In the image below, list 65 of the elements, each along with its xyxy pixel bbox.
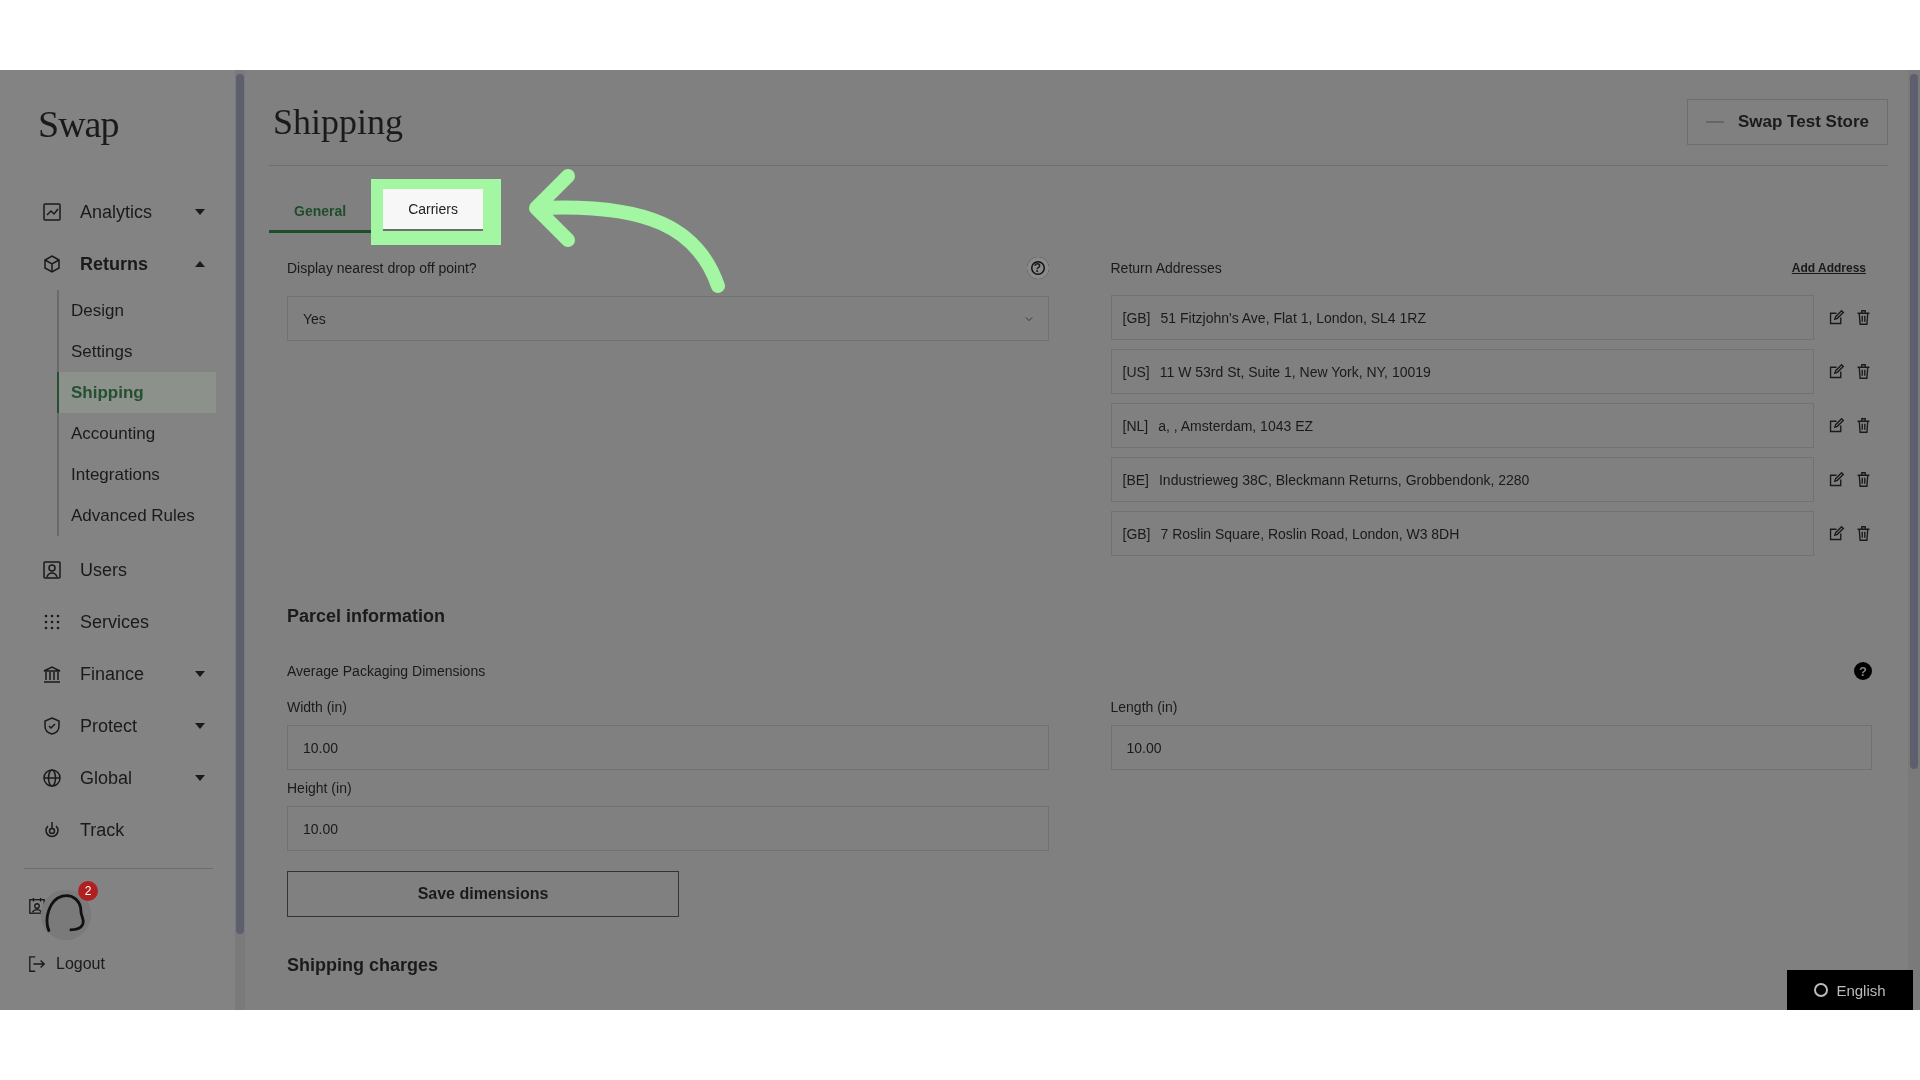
logout-link[interactable]: Logout [28,955,105,973]
tab[interactable]: Carriers [383,189,483,231]
section-heading: Parcel information [287,606,447,627]
nav-subitem[interactable]: Advanced Rules [59,495,216,536]
address-field[interactable]: [US] 11 W 53rd St, Suite 1, New York, NY, 10019 [1110,349,1814,394]
chart-icon [42,202,62,222]
logo: Swap [38,102,119,146]
store-selector[interactable]: Swap Test Store [1687,98,1888,145]
input-field[interactable]: 10.00 [287,725,1049,770]
chevron-icon [1024,315,1033,322]
address-field[interactable]: [GB] 51 Fitzjohn's Ave, Flat 1, London, SL4 1RZ [1110,295,1814,340]
nav-subitem[interactable]: Integrations [59,454,216,495]
field-label: Display nearest drop off point? [287,260,477,276]
grid-icon [42,612,62,632]
input-field[interactable]: 10.00 [1110,725,1872,770]
nav-subitem[interactable]: Shipping [57,372,216,413]
globe-icon [42,768,62,788]
input-field[interactable]: 10.00 [287,806,1049,851]
nav-item[interactable]: Users [42,544,205,596]
scrollbar-thumb[interactable] [1910,74,1918,769]
nav-item[interactable]: Protect [42,700,205,752]
trash-icon[interactable] [1855,309,1872,326]
trash-icon[interactable] [1855,363,1872,380]
add-address-link[interactable]: Add Address [1791,261,1866,275]
trash-icon[interactable] [1855,417,1872,434]
shield-icon [42,716,62,736]
nav-item[interactable]: Finance [42,648,205,700]
user-icon [42,560,62,580]
help-icon[interactable]: ? [1854,662,1872,680]
box-icon [42,254,62,274]
dropdown[interactable]: Yes [287,296,1049,341]
bank-icon [42,664,62,684]
edit-icon[interactable] [1828,363,1845,380]
address-field[interactable]: [BE] Industrieweg 38C, Bleckmann Returns, Grobbendonk, 2280 [1110,457,1814,502]
nav-item[interactable]: Services [42,596,205,648]
field-label: Length (in) [1110,698,1179,717]
edit-icon[interactable] [1828,471,1845,488]
scrollbar-thumb[interactable] [236,74,244,934]
edit-icon[interactable] [1828,309,1845,326]
edit-icon[interactable] [1828,417,1845,434]
circle-icon [1814,983,1829,997]
address-field[interactable]: [NL] a, , Amsterdam, 1043 EZ [1110,403,1814,448]
trash-icon[interactable] [1855,525,1872,542]
field-label: Height (in) [287,779,353,798]
nav-item[interactable]: Global [42,752,205,804]
trash-icon[interactable] [1855,471,1872,488]
field-label: Average Packaging Dimensions [287,663,486,679]
nav-subitem[interactable]: Settings [59,331,216,372]
section-label: Return Addresses [1110,260,1222,276]
language-button[interactable]: English [1787,970,1913,1010]
nav-item[interactable]: Track [42,804,205,856]
nav-item[interactable]: Analytics [42,186,205,238]
page-title: Shipping [273,100,404,143]
nav-subitem[interactable]: Design [59,290,216,331]
edit-icon[interactable] [1828,525,1845,542]
calendar-icon[interactable] [28,897,46,915]
section-heading: Shipping charges [287,955,440,976]
save-dimensions-button[interactable]: Save dimensions [287,871,679,917]
help-icon[interactable]: ? [1026,257,1049,279]
nav-subitem[interactable]: Accounting [59,413,216,454]
logout-icon [28,955,46,973]
notification-badge: 2 [78,881,98,901]
address-field[interactable]: [GB] 7 Roslin Square, Roslin Road, London, W3 8DH [1110,511,1814,556]
field-label: Width (in) [287,698,348,717]
nav-item[interactable]: Returns [42,238,205,290]
